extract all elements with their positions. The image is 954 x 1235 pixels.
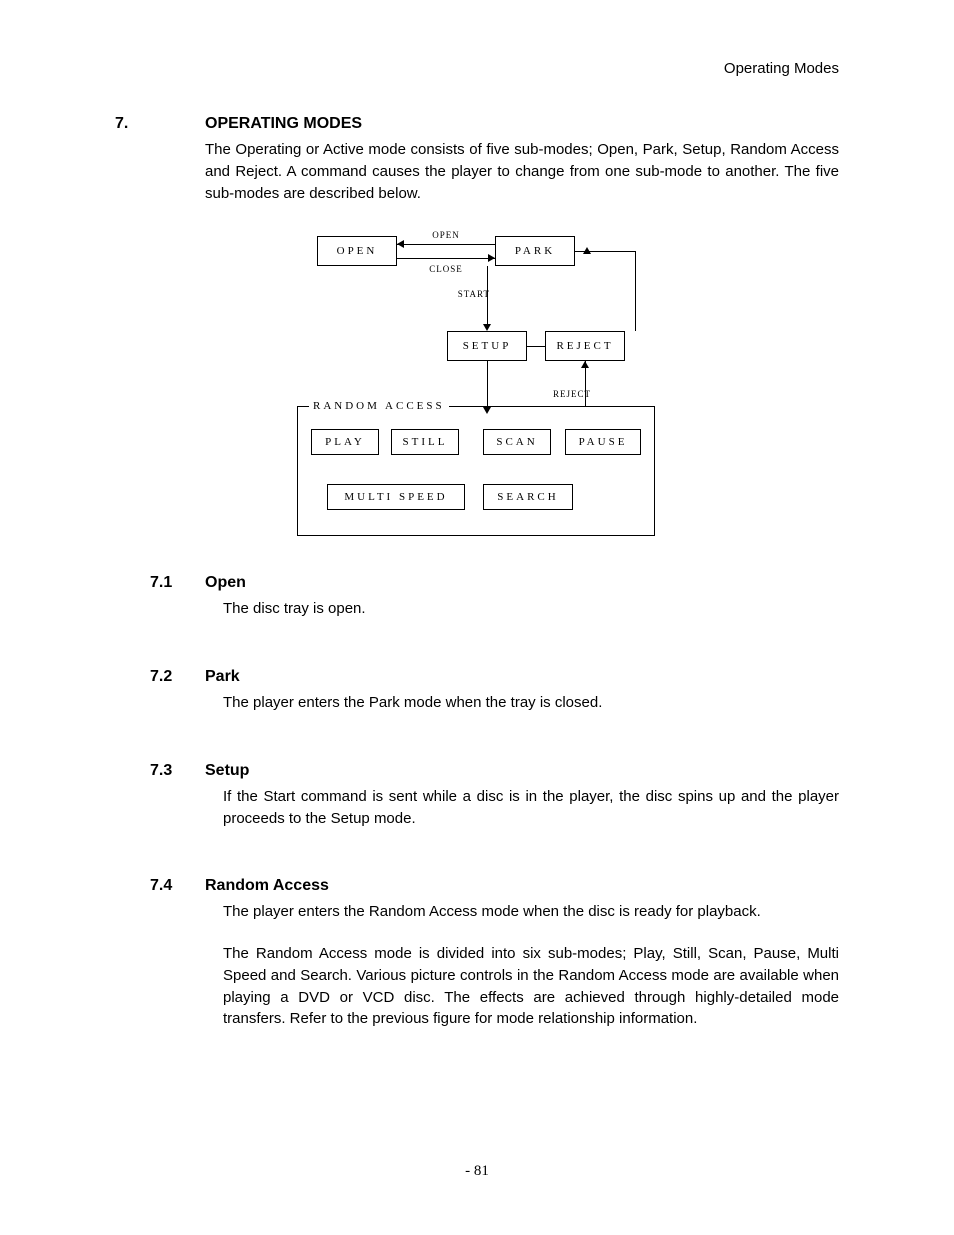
mode-diagram: OPEN PARK OPEN CLOSE START SETUP REJECT <box>115 224 839 544</box>
diagram-label-close: CLOSE <box>423 264 469 274</box>
diagram-canvas: OPEN PARK OPEN CLOSE START SETUP REJECT <box>297 224 657 544</box>
diagram-box-open: OPEN <box>317 236 397 266</box>
page-number: - 81 <box>0 1163 954 1180</box>
section-7-header: 7. OPERATING MODES <box>115 115 839 133</box>
section-7-2-paragraph: The player enters the Park mode when the… <box>223 692 839 714</box>
section-7-1-paragraph: The disc tray is open. <box>223 598 839 620</box>
section-7-3-paragraph: If the Start command is sent while a dis… <box>223 786 839 830</box>
diagram-label-open: OPEN <box>423 230 469 240</box>
section-7-paragraph: The Operating or Active mode consists of… <box>205 139 839 204</box>
section-title: Park <box>205 668 240 686</box>
section-7-4-paragraph-1: The player enters the Random Access mode… <box>223 901 839 923</box>
diagram-label-random-access: RANDOM ACCESS <box>309 400 449 412</box>
section-7-1-header: 7.1 Open <box>115 574 839 592</box>
diagram-label-start: START <box>450 289 490 299</box>
section-number: 7.2 <box>150 668 205 686</box>
section-number: 7.1 <box>150 574 205 592</box>
diagram-box-pause: PAUSE <box>565 429 641 455</box>
section-number: 7.4 <box>150 877 205 895</box>
section-title: Random Access <box>205 877 329 895</box>
document-page: Operating Modes 7. OPERATING MODES The O… <box>0 0 954 1235</box>
diagram-box-still: STILL <box>391 429 459 455</box>
diagram-box-play: PLAY <box>311 429 379 455</box>
section-number: 7. <box>115 115 205 133</box>
diagram-random-access-container <box>297 406 655 536</box>
section-number: 7.3 <box>150 762 205 780</box>
diagram-box-scan: SCAN <box>483 429 551 455</box>
diagram-box-multispeed: MULTI SPEED <box>327 484 465 510</box>
section-7-4-header: 7.4 Random Access <box>115 877 839 895</box>
section-7-3-header: 7.3 Setup <box>115 762 839 780</box>
section-title: OPERATING MODES <box>205 115 362 133</box>
section-title: Open <box>205 574 246 592</box>
diagram-box-reject: REJECT <box>545 331 625 361</box>
page-header-right: Operating Modes <box>115 60 839 77</box>
section-7-4-paragraph-2: The Random Access mode is divided into s… <box>223 943 839 1030</box>
diagram-label-reject: REJECT <box>547 389 597 399</box>
diagram-box-search: SEARCH <box>483 484 573 510</box>
section-7-2-header: 7.2 Park <box>115 668 839 686</box>
section-title: Setup <box>205 762 249 780</box>
diagram-box-setup: SETUP <box>447 331 527 361</box>
diagram-box-park: PARK <box>495 236 575 266</box>
